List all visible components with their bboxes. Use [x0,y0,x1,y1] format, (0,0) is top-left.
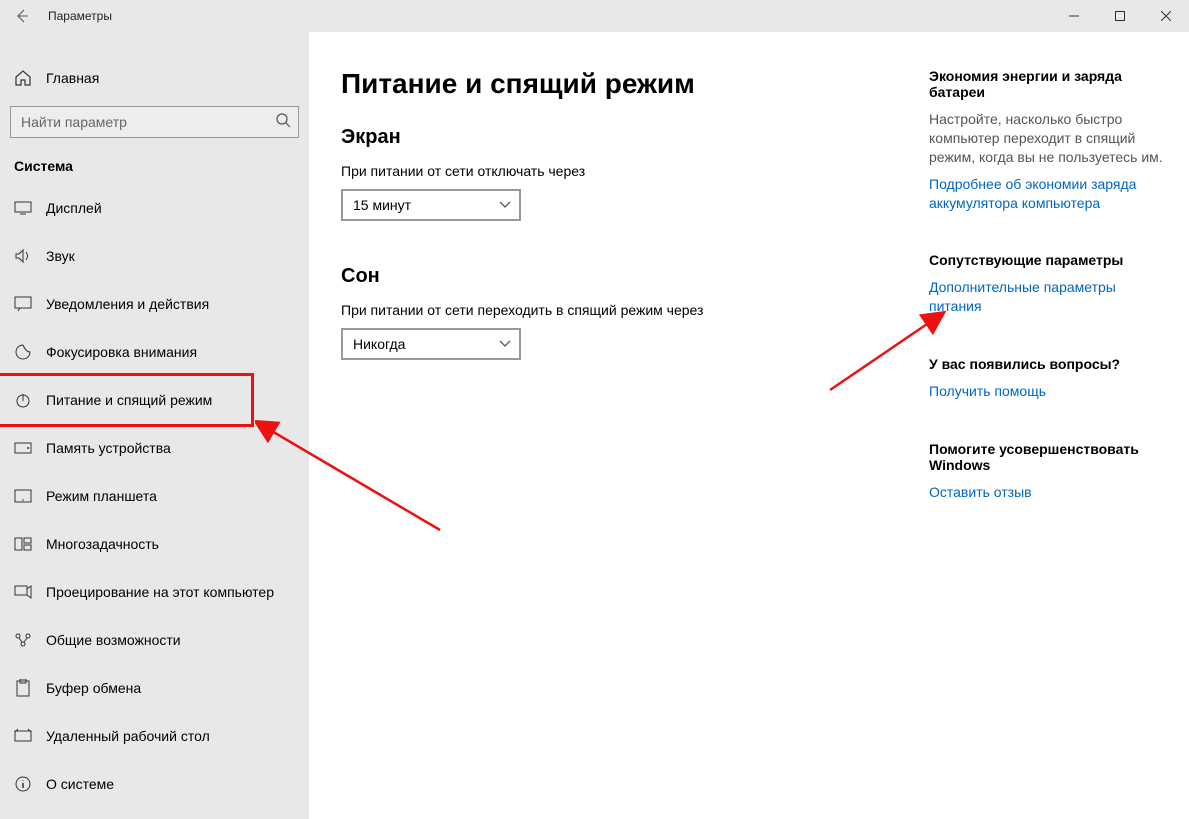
aside: Экономия энергии и заряда батареи Настро… [929,32,1189,819]
tablet-icon [14,489,32,503]
close-icon [1161,11,1171,21]
aside-improve-link[interactable]: Оставить отзыв [929,483,1032,502]
sidebar-category: Система [0,152,309,184]
sidebar-item-about[interactable]: О системе [0,760,309,808]
sidebar-item-sound[interactable]: Звук [0,232,309,280]
aside-questions-title: У вас появились вопросы? [929,356,1169,372]
home-icon [14,69,32,87]
sidebar-item-shared[interactable]: Общие возможности [0,616,309,664]
sidebar-item-label: О системе [46,776,114,792]
aside-related-title: Сопутствующие параметры [929,252,1169,268]
aside-questions-link[interactable]: Получить помощь [929,382,1046,401]
sidebar-item-clipboard[interactable]: Буфер обмена [0,664,309,712]
sidebar-item-label: Режим планшета [46,488,157,504]
sidebar-item-tablet[interactable]: Режим планшета [0,472,309,520]
sidebar-item-label: Уведомления и действия [46,296,209,312]
focus-icon [14,343,32,361]
sidebar-item-multitask[interactable]: Многозадачность [0,520,309,568]
sidebar-item-display[interactable]: Дисплей [0,184,309,232]
search-input[interactable] [10,106,299,138]
sidebar-home-label: Главная [46,70,99,86]
sidebar-item-label: Буфер обмена [46,680,141,696]
screen-section-title: Экран [341,126,909,149]
aside-energy-link[interactable]: Подробнее об экономии заряда аккумулятор… [929,175,1169,213]
storage-icon [14,442,32,454]
screen-off-value: 15 минут [353,197,411,213]
sidebar-item-notifications[interactable]: Уведомления и действия [0,280,309,328]
maximize-icon [1115,11,1125,21]
aside-energy-text: Настройте, насколько быстро компьютер пе… [929,110,1169,167]
minimize-icon [1069,11,1079,21]
clipboard-icon [14,679,32,697]
sleep-combobox[interactable]: Никогда [341,328,521,360]
sidebar-item-label: Общие возможности [46,632,181,648]
arrow-left-icon [14,8,30,24]
sidebar-item-label: Питание и спящий режим [46,392,212,408]
sidebar-item-projection[interactable]: Проецирование на этот компьютер [0,568,309,616]
projection-icon [14,585,32,599]
sidebar-item-label: Удаленный рабочий стол [46,728,210,744]
sleep-value: Никогда [353,336,405,352]
sidebar-item-label: Дисплей [46,200,102,216]
sidebar-home[interactable]: Главная [0,56,309,100]
close-button[interactable] [1143,0,1189,32]
sidebar-item-label: Проецирование на этот компьютер [46,584,274,600]
sidebar-item-label: Многозадачность [46,536,159,552]
sound-icon [14,248,32,264]
sidebar-item-storage[interactable]: Память устройства [0,424,309,472]
search-wrap [10,106,299,138]
sidebar-item-focus[interactable]: Фокусировка внимания [0,328,309,376]
screen-off-combobox[interactable]: 15 минут [341,189,521,221]
shared-icon [14,632,32,648]
sidebar-item-label: Звук [46,248,75,264]
search-icon [275,112,291,128]
chevron-down-icon [499,201,511,209]
remote-icon [14,728,32,744]
sidebar: Главная Система Дисплей Звук [0,32,309,819]
about-icon [14,775,32,793]
sidebar-item-label: Фокусировка внимания [46,344,197,360]
content: Питание и спящий режим Экран При питании… [309,32,929,819]
sidebar-nav: Дисплей Звук Уведомления и действия Фоку… [0,184,309,808]
screen-off-label: При питании от сети отключать через [341,163,909,179]
page-title: Питание и спящий режим [341,68,909,100]
multitask-icon [14,537,32,551]
aside-improve-title: Помогите усовершенствовать Windows [929,441,1169,473]
aside-energy-title: Экономия энергии и заряда батареи [929,68,1169,100]
power-icon [14,391,32,409]
sleep-label: При питании от сети переходить в спящий … [341,302,909,318]
chevron-down-icon [499,340,511,348]
minimize-button[interactable] [1051,0,1097,32]
aside-related-link[interactable]: Дополнительные параметры питания [929,278,1169,316]
titlebar: Параметры [0,0,1189,32]
sleep-section-title: Сон [341,265,909,288]
maximize-button[interactable] [1097,0,1143,32]
window-title: Параметры [48,9,112,23]
sidebar-item-remote[interactable]: Удаленный рабочий стол [0,712,309,760]
sidebar-item-label: Память устройства [46,440,171,456]
display-icon [14,201,32,215]
back-button[interactable] [0,0,44,32]
notifications-icon [14,296,32,312]
sidebar-item-power[interactable]: Питание и спящий режим [0,373,254,427]
